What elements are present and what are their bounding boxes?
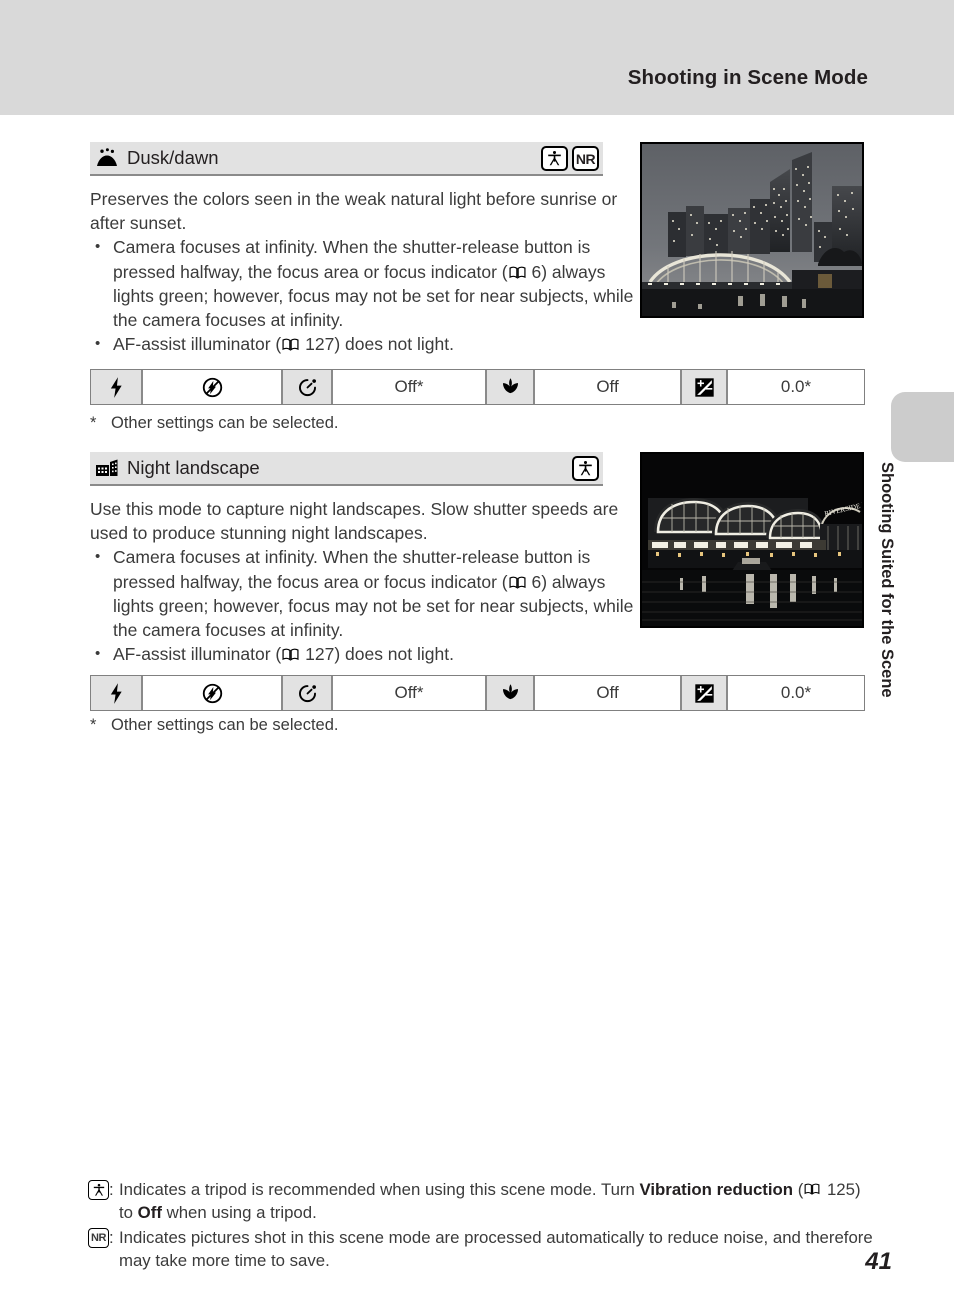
page-title: Shooting in Scene Mode xyxy=(627,66,868,89)
exposure-compensation-value: 0.0* xyxy=(728,676,864,710)
bottom-notes: : Indicates a tripod is recommended when… xyxy=(88,1178,878,1274)
note-tripod: : Indicates a tripod is recommended when… xyxy=(88,1178,878,1224)
page-ref: 127 xyxy=(305,334,335,355)
tripod-icon xyxy=(88,1180,109,1200)
page-ref: 6 xyxy=(531,261,542,282)
exposure-compensation-icon xyxy=(682,676,728,710)
list-item: AF-assist illuminator ( 127) does not li… xyxy=(90,642,635,666)
page-number: 41 xyxy=(865,1248,892,1275)
side-tab-marker xyxy=(891,392,954,462)
section-badges xyxy=(572,456,599,481)
macro-value: Off xyxy=(535,676,682,710)
self-timer-value: Off* xyxy=(333,370,487,404)
note-part-1: Indicates a tripod is recommended when u… xyxy=(119,1180,640,1199)
macro-value: Off xyxy=(535,370,682,404)
settings-footnote: * Other settings can be selected. xyxy=(90,716,338,735)
noise-reduction-icon: NR xyxy=(88,1228,109,1248)
list-item: Camera focuses at infinity. When the shu… xyxy=(90,235,635,332)
section-bullets: Camera focuses at infinity. When the shu… xyxy=(90,235,635,356)
flash-off-icon xyxy=(143,370,283,404)
note-bold-1: Vibration reduction xyxy=(639,1180,794,1199)
bullet-text-before: AF-assist illuminator ( xyxy=(113,334,282,355)
note-part-2: ( xyxy=(793,1180,804,1199)
settings-bar: Off* Off 0.0* xyxy=(90,675,865,711)
self-timer-value: Off* xyxy=(333,676,487,710)
note-text: Indicates pictures shot in this scene mo… xyxy=(119,1228,873,1270)
note-text: Indicates a tripod is recommended when u… xyxy=(119,1178,878,1224)
section-badges: NR xyxy=(541,146,599,171)
self-timer-icon xyxy=(283,370,333,404)
macro-icon xyxy=(487,676,535,710)
section-description: Use this mode to capture night landscape… xyxy=(90,499,619,544)
section-bullets: Camera focuses at infinity. When the shu… xyxy=(90,545,635,666)
section-title-bar: Night landscape xyxy=(90,452,603,486)
macro-icon xyxy=(487,370,535,404)
side-tab-label: Shooting Suited for the Scene xyxy=(878,462,896,698)
tripod-icon xyxy=(541,146,568,171)
footnote-text: Other settings can be selected. xyxy=(111,414,339,432)
night-landscape-icon xyxy=(95,458,119,478)
book-icon xyxy=(804,1183,821,1196)
section-title-bar: Dusk/dawn NR xyxy=(90,142,603,176)
note-noise-reduction: NR : Indicates pictures shot in this sce… xyxy=(88,1226,878,1272)
section-body: Preserves the colors seen in the weak na… xyxy=(90,187,635,357)
bullet-text-before: AF-assist illuminator ( xyxy=(113,644,282,665)
footnote-marker: * xyxy=(90,716,97,734)
flash-icon xyxy=(91,676,143,710)
footnote-text: Other settings can be selected. xyxy=(111,716,339,734)
bullet-text-after: ) does not light. xyxy=(334,334,454,355)
settings-bar: Off* Off 0.0* xyxy=(90,369,865,405)
book-icon xyxy=(282,648,299,661)
note-page-ref: 125 xyxy=(826,1180,855,1199)
noise-reduction-icon: NR xyxy=(572,146,599,171)
note-colon: : xyxy=(109,1180,114,1199)
note-part-4: when using a tripod. xyxy=(161,1203,317,1222)
self-timer-icon xyxy=(283,676,333,710)
book-icon xyxy=(509,576,526,589)
dusk-dawn-icon xyxy=(95,148,119,168)
section-body: Use this mode to capture night landscape… xyxy=(90,497,635,667)
section-title: Dusk/dawn xyxy=(127,147,219,168)
section-description: Preserves the colors seen in the weak na… xyxy=(90,189,618,234)
book-icon xyxy=(509,266,526,279)
note-colon: : xyxy=(109,1228,114,1247)
page-ref: 6 xyxy=(531,571,542,592)
settings-footnote: * Other settings can be selected. xyxy=(90,414,338,433)
dusk-cityscape-photo xyxy=(640,142,864,318)
footnote-marker: * xyxy=(90,414,97,432)
tripod-icon xyxy=(572,456,599,481)
exposure-compensation-value: 0.0* xyxy=(728,370,864,404)
page-header-band xyxy=(0,0,954,115)
bullet-text-after: ) does not light. xyxy=(334,644,454,665)
book-icon xyxy=(282,338,299,351)
night-riverside-photo: RIVERSIDE POINT xyxy=(640,452,864,628)
section-title: Night landscape xyxy=(127,457,260,478)
list-item: Camera focuses at infinity. When the shu… xyxy=(90,545,635,642)
flash-icon xyxy=(91,370,143,404)
flash-off-icon xyxy=(143,676,283,710)
page-ref: 127 xyxy=(305,644,335,665)
list-item: AF-assist illuminator ( 127) does not li… xyxy=(90,332,635,356)
exposure-compensation-icon xyxy=(682,370,728,404)
note-bold-2: Off xyxy=(137,1203,162,1222)
